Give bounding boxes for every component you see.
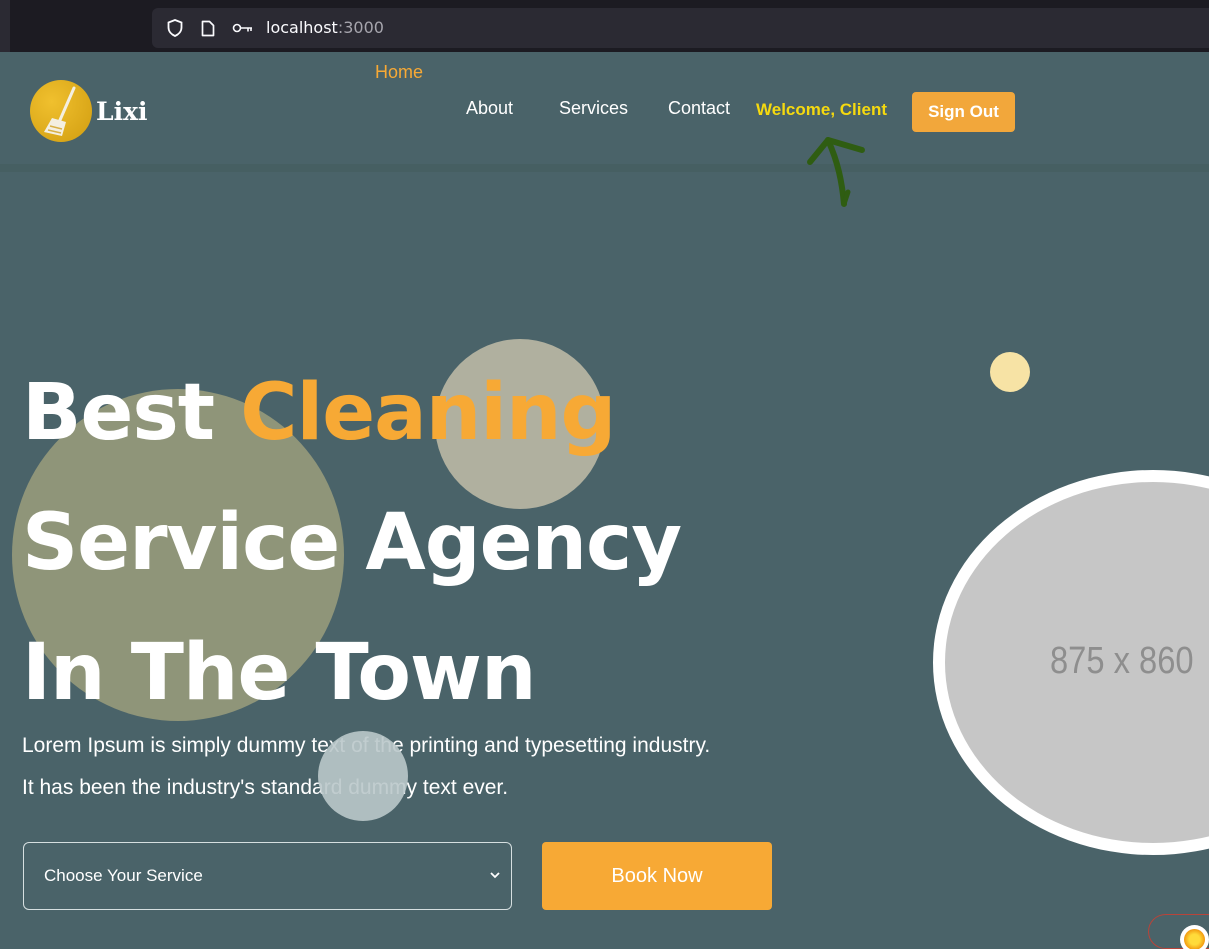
sign-out-button[interactable]: Sign Out: [912, 92, 1015, 132]
page-icon: [198, 8, 218, 48]
service-select-value: Choose Your Service: [44, 866, 203, 885]
nav-home[interactable]: Home: [375, 52, 423, 92]
hero-title: Best Cleaning Service Agency In The Town: [22, 348, 682, 738]
hero-title-part1: Best: [22, 368, 241, 458]
sun-icon: [1184, 929, 1205, 949]
browser-toolbar: localhost:3000: [0, 0, 1209, 52]
hero-title-accent: Cleaning: [240, 368, 616, 458]
service-select[interactable]: Choose Your Service: [23, 842, 512, 910]
chevron-down-icon: [490, 872, 500, 879]
browser-edge: [0, 0, 10, 52]
decor-circle-small: [318, 731, 408, 821]
annotation-arrow-icon: [807, 137, 865, 207]
address-bar[interactable]: localhost:3000: [152, 8, 1209, 48]
decor-circle-yellow: [990, 352, 1030, 392]
nav-contact[interactable]: Contact: [668, 88, 730, 128]
site-logo[interactable]: Lixi: [30, 80, 147, 142]
key-icon[interactable]: [230, 8, 256, 48]
broom-logo-icon: [30, 80, 92, 142]
nav-services[interactable]: Services: [559, 88, 628, 128]
welcome-text: Welcome, Client: [756, 100, 887, 119]
url-text[interactable]: localhost:3000: [266, 8, 384, 48]
logo-text: Lixi: [96, 96, 148, 126]
hero-title-line3: In The Town: [22, 628, 537, 718]
image-size-label: 875 x 860: [1050, 640, 1194, 682]
page-viewport: Lixi Home About Services Contact Welcome…: [0, 52, 1209, 949]
book-now-button[interactable]: Book Now: [542, 842, 772, 910]
hero-title-line2: Service Agency: [22, 498, 682, 588]
shield-icon[interactable]: [164, 8, 186, 48]
nav-about[interactable]: About: [466, 88, 513, 128]
